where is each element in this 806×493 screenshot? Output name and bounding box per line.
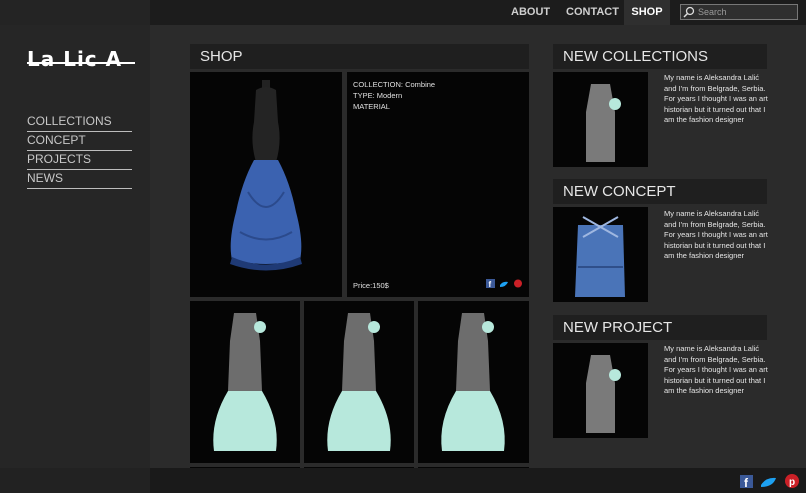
pinterest-icon: [514, 279, 522, 288]
sidebar-item-news[interactable]: NEWS: [27, 170, 132, 189]
blue-dress-image: [230, 80, 302, 271]
product-thumb-2[interactable]: [304, 301, 414, 463]
product-material: MATERIAL: [353, 102, 390, 111]
nav-about[interactable]: ABOUT: [511, 0, 550, 25]
product-thumb-1[interactable]: [190, 301, 300, 463]
search-input[interactable]: [698, 5, 796, 19]
mint-dress-image: [441, 313, 505, 451]
main-product-image[interactable]: [190, 72, 342, 297]
product-type: TYPE: Modern: [353, 91, 403, 100]
left-sidebar: [0, 25, 150, 468]
new-collections-image[interactable]: [553, 72, 648, 167]
nav-shop[interactable]: SHOP: [624, 0, 670, 25]
mint-dress-image: [586, 355, 621, 433]
sidebar-item-collections[interactable]: COLLECTIONS: [27, 113, 132, 132]
product-thumb-3[interactable]: [418, 301, 529, 463]
footer-social-icons[interactable]: f p: [740, 473, 802, 489]
twitter-icon: [761, 477, 776, 487]
svg-text:f: f: [489, 280, 492, 289]
product-share-icons[interactable]: f: [486, 279, 524, 289]
new-collections-text: My name is Aleksandra Lalić and I'm from…: [664, 73, 768, 124]
logo-underline: [27, 62, 135, 64]
new-collections-title[interactable]: NEW COLLECTIONS: [553, 44, 767, 69]
search-icon[interactable]: [683, 6, 695, 18]
footer: [0, 468, 806, 493]
footer-left-block: [0, 468, 150, 493]
sidebar-item-projects[interactable]: PROJECTS: [27, 151, 132, 170]
svg-text:p: p: [789, 477, 795, 488]
new-concept-image[interactable]: [553, 207, 648, 302]
new-project-title[interactable]: NEW PROJECT: [553, 315, 767, 340]
mint-dress-image: [586, 84, 621, 162]
top-bar-left-block: [0, 0, 150, 25]
mint-dress-image: [327, 313, 391, 451]
product-price: Price:150$: [353, 281, 389, 290]
sidebar-item-concept[interactable]: CONCEPT: [27, 132, 132, 151]
twitter-icon: [500, 281, 508, 287]
blue-dress-image: [575, 216, 625, 297]
new-project-image[interactable]: [553, 343, 648, 438]
site-logo[interactable]: La Lic A: [27, 47, 122, 71]
nav-contact[interactable]: CONTACT: [566, 0, 619, 25]
search-box[interactable]: [680, 4, 798, 20]
new-project-text: My name is Aleksandra Lalić and I'm from…: [664, 344, 768, 395]
shop-title: SHOP: [190, 44, 529, 69]
product-collection: COLLECTION: Combine: [353, 80, 436, 89]
mint-dress-image: [213, 313, 277, 451]
new-concept-title[interactable]: NEW CONCEPT: [553, 179, 767, 204]
new-concept-text: My name is Aleksandra Lalić and I'm from…: [664, 209, 768, 260]
